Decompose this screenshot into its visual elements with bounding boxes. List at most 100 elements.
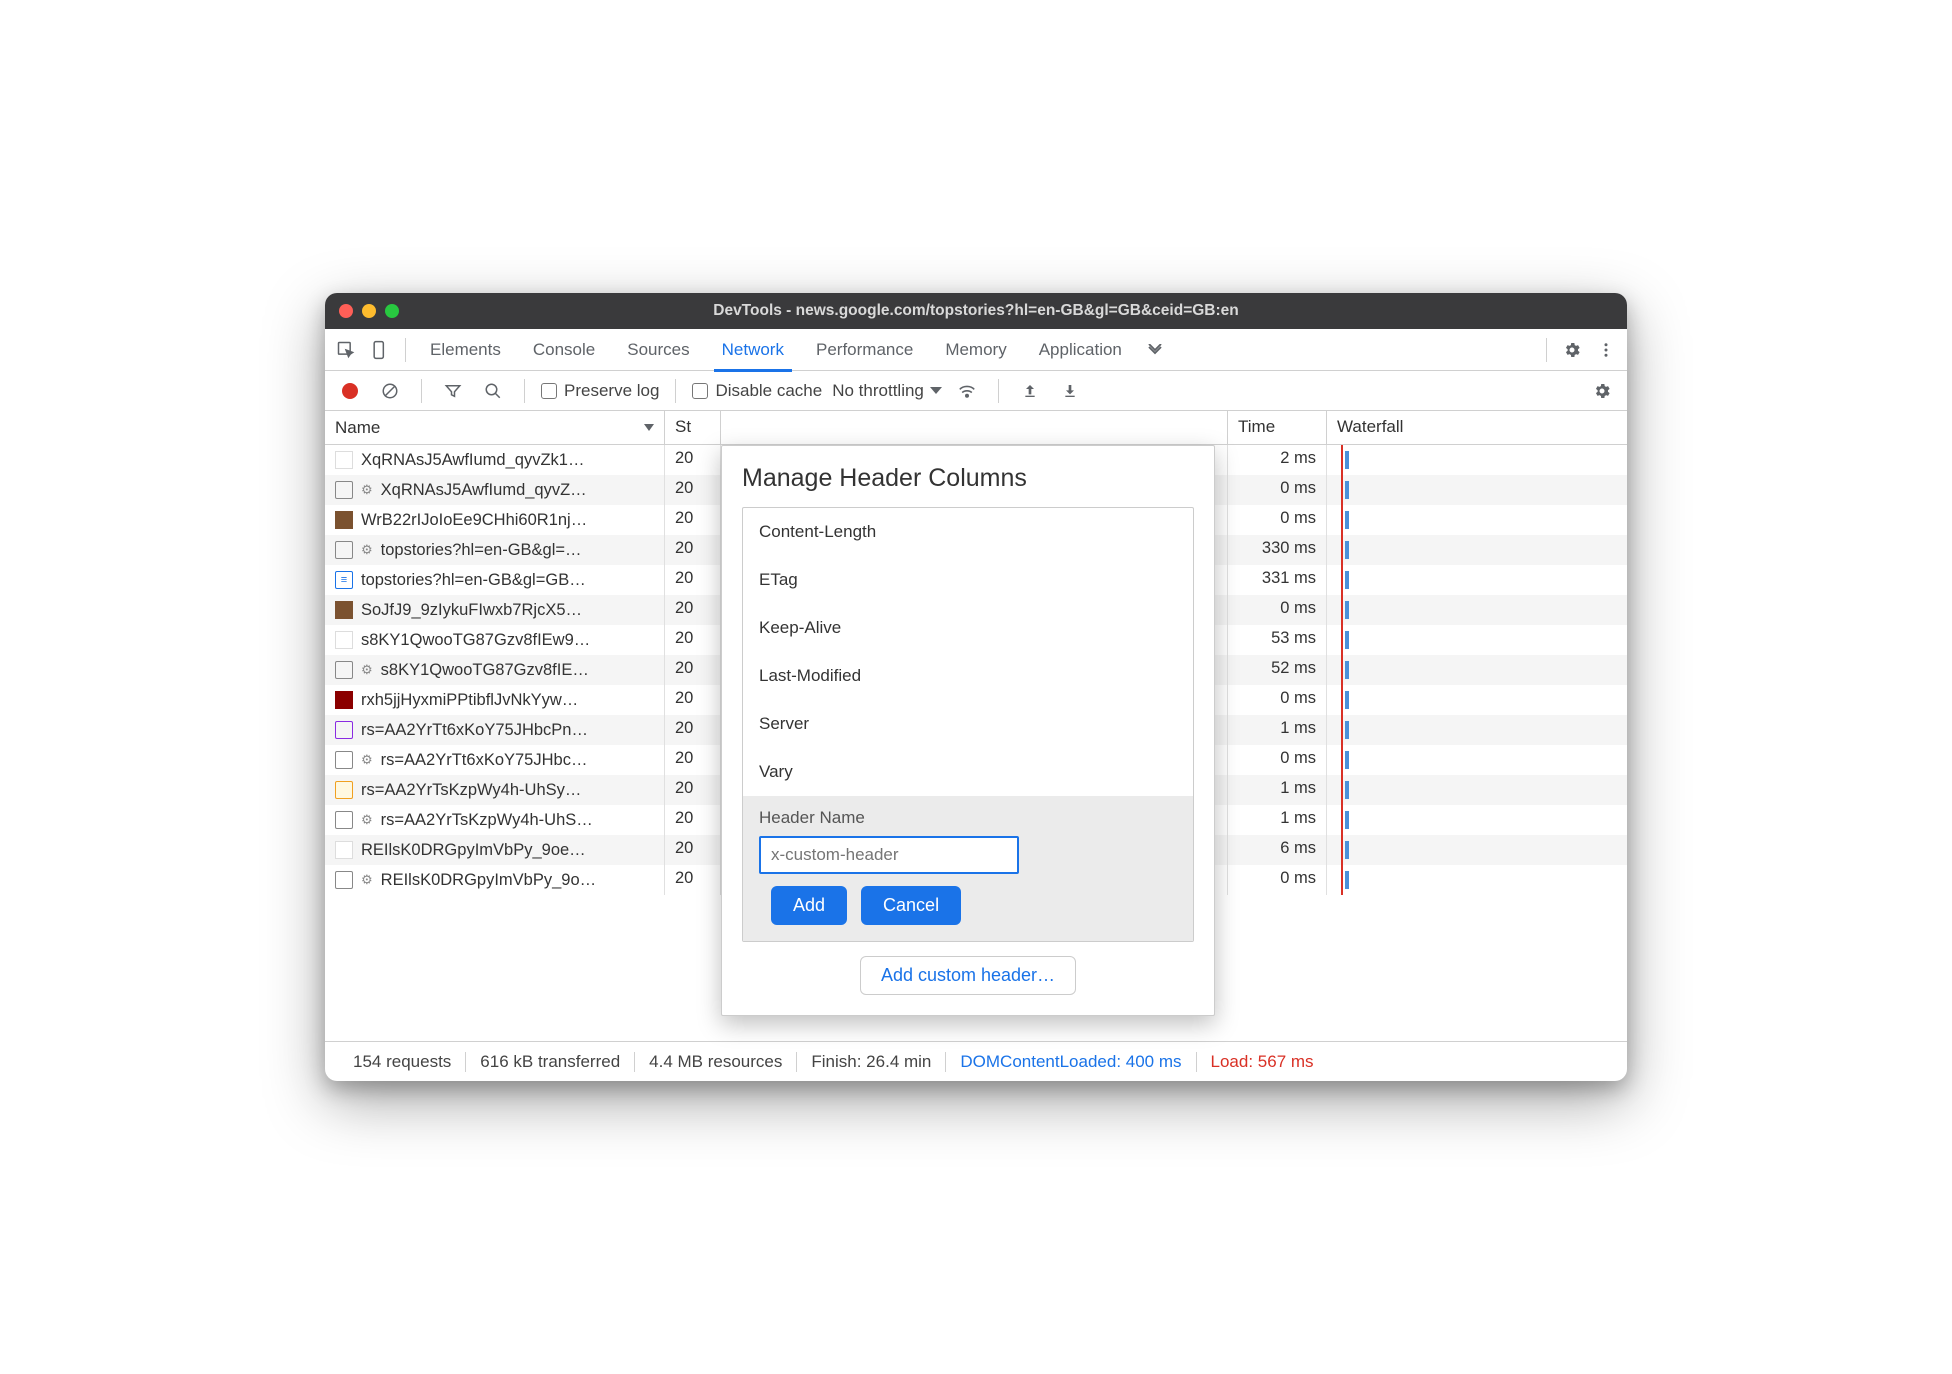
cell-name: rs=AA2YrTsKzpWy4h-UhSy… [325,775,665,805]
header-item[interactable]: Vary [743,748,1193,796]
cell-waterfall [1327,775,1627,805]
header-item[interactable]: Last-Modified [743,652,1193,700]
status-dcl: DOMContentLoaded: 400 ms [946,1052,1196,1072]
waterfall-line-icon [1341,655,1343,685]
checkbox-icon [692,383,708,399]
waterfall-line-icon [1341,475,1343,505]
cell-status: 20 [665,865,721,895]
waterfall-line-icon [1341,775,1343,805]
tab-console[interactable]: Console [519,329,609,371]
preserve-log-label: Preserve log [564,381,659,401]
request-name: XqRNAsJ5AwfIumd_qyvZ… [381,481,587,500]
window-title: DevTools - news.google.com/topstories?hl… [325,302,1627,320]
tab-memory[interactable]: Memory [931,329,1020,371]
cell-name: rs=AA2YrTt6xKoY75JHbcPn… [325,715,665,745]
disable-cache-checkbox[interactable]: Disable cache [692,381,822,401]
kebab-menu-icon[interactable] [1591,335,1621,365]
divider [675,379,676,403]
waterfall-line-icon [1341,835,1343,865]
cell-name: ⚙ XqRNAsJ5AwfIumd_qyvZ… [325,475,665,505]
header-item[interactable]: Content-Length [743,508,1193,556]
chevron-down-icon [930,387,942,394]
waterfall-bar-icon [1345,661,1349,679]
cell-status: 20 [665,835,721,865]
cell-waterfall [1327,655,1627,685]
filter-icon[interactable] [438,376,468,406]
header-item[interactable]: Keep-Alive [743,604,1193,652]
tab-application[interactable]: Application [1025,329,1136,371]
network-settings-icon[interactable] [1587,376,1617,406]
cell-time: 331 ms [1227,565,1327,595]
cancel-button[interactable]: Cancel [861,886,961,925]
header-item[interactable]: Server [743,700,1193,748]
column-time[interactable]: Time [1227,411,1327,444]
cell-status: 20 [665,745,721,775]
tab-sources[interactable]: Sources [613,329,703,371]
column-status[interactable]: St [665,411,721,444]
cell-name: XqRNAsJ5AwfIumd_qyvZk1… [325,445,665,475]
column-name[interactable]: Name [325,411,665,444]
cell-waterfall [1327,835,1627,865]
cell-waterfall [1327,565,1627,595]
waterfall-line-icon [1341,685,1343,715]
titlebar: DevTools - news.google.com/topstories?hl… [325,293,1627,329]
add-custom-header-link[interactable]: Add custom header… [860,956,1076,995]
status-bar: 154 requests 616 kB transferred 4.4 MB r… [325,1041,1627,1081]
add-button[interactable]: Add [771,886,847,925]
record-button[interactable] [335,376,365,406]
cell-status: 20 [665,565,721,595]
cell-time: 0 ms [1227,745,1327,775]
waterfall-line-icon [1341,445,1343,475]
window-controls [339,304,399,318]
devtools-window: DevTools - news.google.com/topstories?hl… [325,293,1627,1081]
waterfall-line-icon [1341,565,1343,595]
column-waterfall[interactable]: Waterfall [1327,411,1627,444]
tab-network[interactable]: Network [708,329,798,371]
maximize-window-button[interactable] [385,304,399,318]
cell-status: 20 [665,715,721,745]
divider [524,379,525,403]
device-toolbar-icon[interactable] [365,335,395,365]
close-window-button[interactable] [339,304,353,318]
cell-name: ⚙ rs=AA2YrTt6xKoY75JHbc… [325,745,665,775]
custom-header-input[interactable] [759,836,1019,874]
more-tabs-icon[interactable] [1140,335,1170,365]
search-icon[interactable] [478,376,508,406]
cell-status: 20 [665,685,721,715]
tab-performance[interactable]: Performance [802,329,927,371]
request-name: rs=AA2YrTt6xKoY75JHbc… [381,751,588,770]
cell-name: ≡ topstories?hl=en-GB&gl=GB… [325,565,665,595]
cell-name: rxh5jjHyxmiPPtibflJvNkYyw… [325,685,665,715]
status-requests: 154 requests [339,1052,466,1072]
request-name: topstories?hl=en-GB&gl=GB… [361,571,586,590]
download-har-icon[interactable] [1055,376,1085,406]
modal-title: Manage Header Columns [742,464,1194,493]
waterfall-bar-icon [1345,811,1349,829]
settings-icon[interactable] [1557,335,1587,365]
header-item[interactable]: ETag [743,556,1193,604]
preserve-log-checkbox[interactable]: Preserve log [541,381,659,401]
waterfall-line-icon [1341,505,1343,535]
cell-status: 20 [665,445,721,475]
cell-waterfall [1327,535,1627,565]
request-name: XqRNAsJ5AwfIumd_qyvZk1… [361,451,584,470]
inspect-element-icon[interactable] [331,335,361,365]
gear-icon: ⚙ [361,872,373,888]
waterfall-bar-icon [1345,871,1349,889]
cell-name: REIlsK0DRGpyImVbPy_9oe… [325,835,665,865]
tab-elements[interactable]: Elements [416,329,515,371]
network-conditions-icon[interactable] [952,376,982,406]
cell-time: 0 ms [1227,595,1327,625]
network-panel-body: XqRNAsJ5AwfIumd_qyvZk1… 20 2 ms ⚙ XqRNAs… [325,445,1627,1081]
throttling-select[interactable]: No throttling [832,381,942,401]
clear-icon[interactable] [375,376,405,406]
cell-time: 0 ms [1227,865,1327,895]
waterfall-bar-icon [1345,691,1349,709]
minimize-window-button[interactable] [362,304,376,318]
waterfall-line-icon [1341,535,1343,565]
custom-header-section: Header Name Add Cancel [743,796,1193,941]
waterfall-bar-icon [1345,781,1349,799]
upload-har-icon[interactable] [1015,376,1045,406]
request-name: rs=AA2YrTt6xKoY75JHbcPn… [361,721,588,740]
cell-name: ⚙ REIlsK0DRGpyImVbPy_9o… [325,865,665,895]
